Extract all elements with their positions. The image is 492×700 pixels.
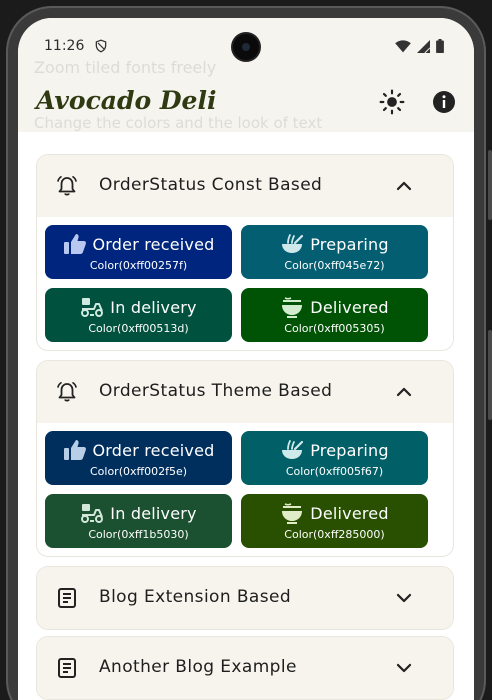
status-button-grid: Order received Color(0xff002f5e) Prepari… [37, 423, 453, 556]
section-another-blog: Another Blog Example [36, 636, 454, 700]
status-color-code: Color(0xff002f5e) [89, 465, 188, 478]
delivery-scooter-icon [81, 298, 104, 317]
volume-button [488, 150, 492, 220]
order-received-button[interactable]: Order received Color(0xff002f5e) [45, 431, 232, 485]
status-time: 11:26 [44, 38, 85, 54]
in-delivery-button[interactable]: In delivery Color(0xff00513d) [45, 288, 232, 342]
section-blog-extension: Blog Extension Based [36, 566, 454, 630]
wifi-icon [395, 39, 411, 52]
status-label: Delivered [310, 297, 389, 317]
section-header[interactable]: Another Blog Example [37, 637, 453, 699]
content-list[interactable]: OrderStatus Const Based Order received C… [18, 132, 474, 700]
front-camera [233, 34, 259, 60]
preparing-button[interactable]: Preparing Color(0xff045e72) [241, 225, 428, 279]
chevron-up-icon[interactable] [395, 177, 413, 195]
thumbs-up-icon [63, 440, 86, 460]
info-icon [433, 91, 455, 113]
status-color-code: Color(0xff00257f) [89, 259, 188, 272]
section-title: OrderStatus Theme Based [99, 381, 333, 401]
in-delivery-button[interactable]: In delivery Color(0xff1b5030) [45, 494, 232, 548]
section-orderstatus-const: OrderStatus Const Based Order received C… [36, 154, 454, 351]
delivered-button[interactable]: Delivered Color(0xff285000) [241, 494, 428, 548]
status-label: In delivery [110, 297, 197, 317]
screen: 11:26 Zoom tiled [18, 18, 474, 700]
chevron-down-icon[interactable] [395, 589, 413, 607]
delivery-scooter-icon [81, 504, 104, 523]
sun-icon [379, 89, 405, 115]
status-label: Order received [92, 234, 215, 254]
delivered-button[interactable]: Delivered Color(0xff005305) [241, 288, 428, 342]
status-label: Delivered [310, 503, 389, 523]
info-button[interactable] [430, 88, 458, 116]
status-button-grid: Order received Color(0xff00257f) Prepari… [37, 217, 453, 350]
chevron-down-icon[interactable] [395, 659, 413, 677]
status-color-code: Color(0xff285000) [284, 528, 385, 541]
status-label: Order received [92, 440, 215, 460]
preparing-button[interactable]: Preparing Color(0xff005f67) [241, 431, 428, 485]
section-header[interactable]: OrderStatus Const Based [37, 155, 453, 217]
article-icon [58, 588, 76, 608]
section-title: Another Blog Example [99, 657, 297, 677]
article-icon [58, 658, 76, 678]
section-header[interactable]: Blog Extension Based [37, 567, 453, 629]
status-color-code: Color(0xff005f67) [285, 465, 384, 478]
alarm-bell-icon [57, 382, 77, 402]
ramen-bowl-icon [282, 503, 303, 524]
ghost-text-line: Change the colors and the look of text [34, 114, 323, 132]
shield-icon [95, 39, 107, 53]
status-label: In delivery [110, 503, 197, 523]
alarm-bell-icon [57, 176, 77, 196]
status-color-code: Color(0xff1b5030) [88, 528, 189, 541]
app-title: Avocado Deli [36, 86, 217, 115]
status-color-code: Color(0xff00513d) [88, 322, 189, 335]
chevron-up-icon[interactable] [395, 383, 413, 401]
status-color-code: Color(0xff005305) [284, 322, 385, 335]
power-button [488, 330, 492, 420]
section-orderstatus-theme: OrderStatus Theme Based Order received C… [36, 360, 454, 557]
system-icons [395, 39, 444, 53]
status-bar: 11:26 [18, 18, 474, 74]
soup-spoon-icon [282, 440, 304, 459]
order-received-button[interactable]: Order received Color(0xff00257f) [45, 225, 232, 279]
status-color-code: Color(0xff045e72) [284, 259, 385, 272]
device-frame: 11:26 Zoom tiled [0, 0, 492, 700]
app-bar: Zoom tiled fonts freely Change the color… [18, 58, 474, 132]
theme-toggle-button[interactable] [378, 88, 406, 116]
section-title: Blog Extension Based [99, 587, 292, 607]
signal-icon [417, 39, 430, 53]
status-label: Preparing [310, 234, 389, 254]
thumbs-up-icon [63, 234, 86, 254]
ramen-bowl-icon [282, 297, 303, 318]
status-label: Preparing [310, 440, 389, 460]
section-title: OrderStatus Const Based [99, 175, 323, 195]
battery-icon [436, 39, 444, 53]
soup-spoon-icon [282, 234, 304, 253]
section-header[interactable]: OrderStatus Theme Based [37, 361, 453, 423]
